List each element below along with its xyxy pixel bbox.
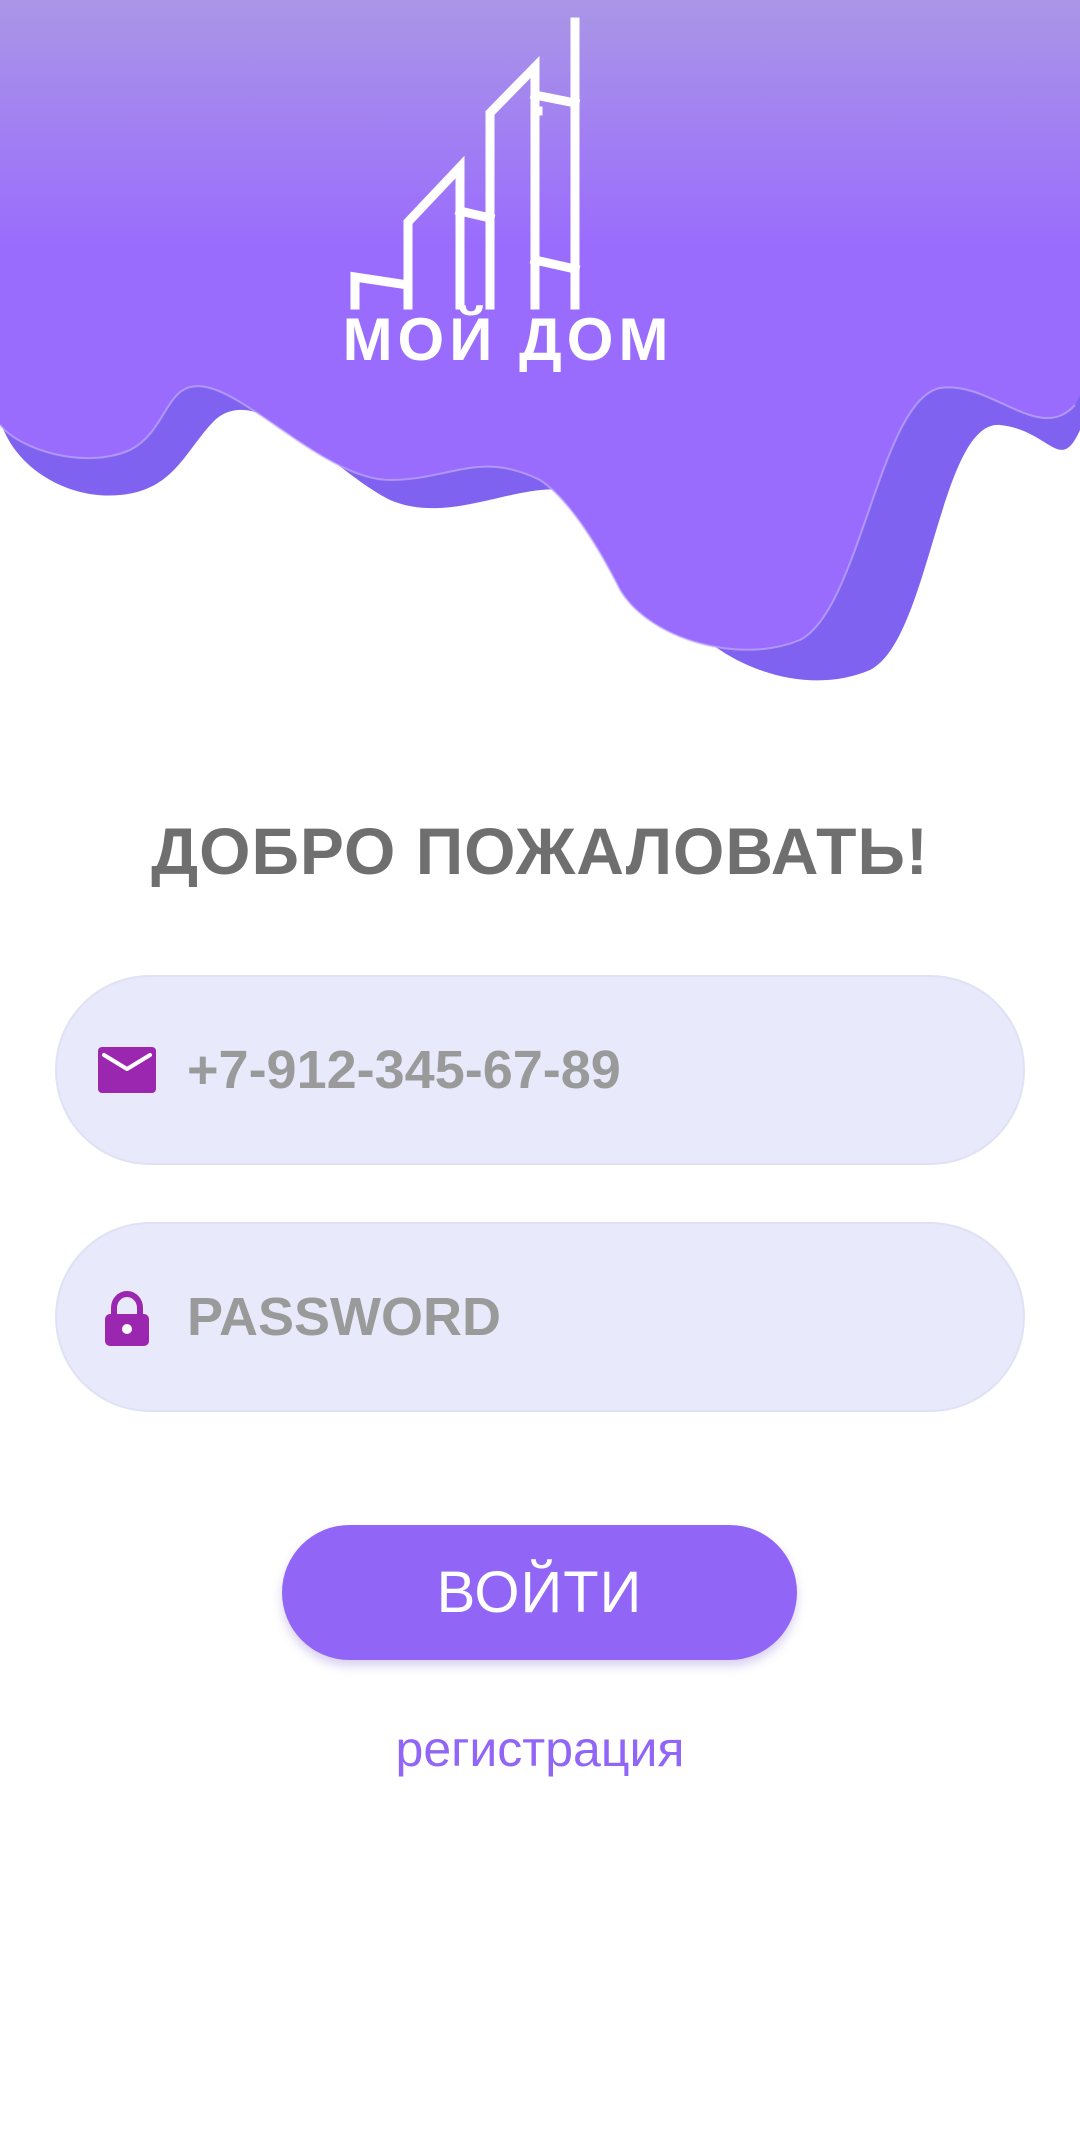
phone-input[interactable] <box>187 977 977 1163</box>
brand-name: МОЙ ДОМ <box>342 306 674 373</box>
password-field[interactable] <box>55 1222 1025 1412</box>
mail-icon <box>98 1047 156 1093</box>
lock-icon <box>105 1290 149 1346</box>
welcome-title: ДОБРО ПОЖАЛОВАТЬ! <box>151 814 929 888</box>
login-screen: МОЙ ДОМ ДОБРО ПОЖАЛОВАТЬ! ВОЙТИ регистра… <box>0 0 1080 2148</box>
password-input[interactable] <box>187 1224 977 1410</box>
register-link[interactable]: регистрация <box>0 1724 1080 1774</box>
phone-field[interactable] <box>55 975 1025 1165</box>
login-button[interactable]: ВОЙТИ <box>282 1525 797 1660</box>
